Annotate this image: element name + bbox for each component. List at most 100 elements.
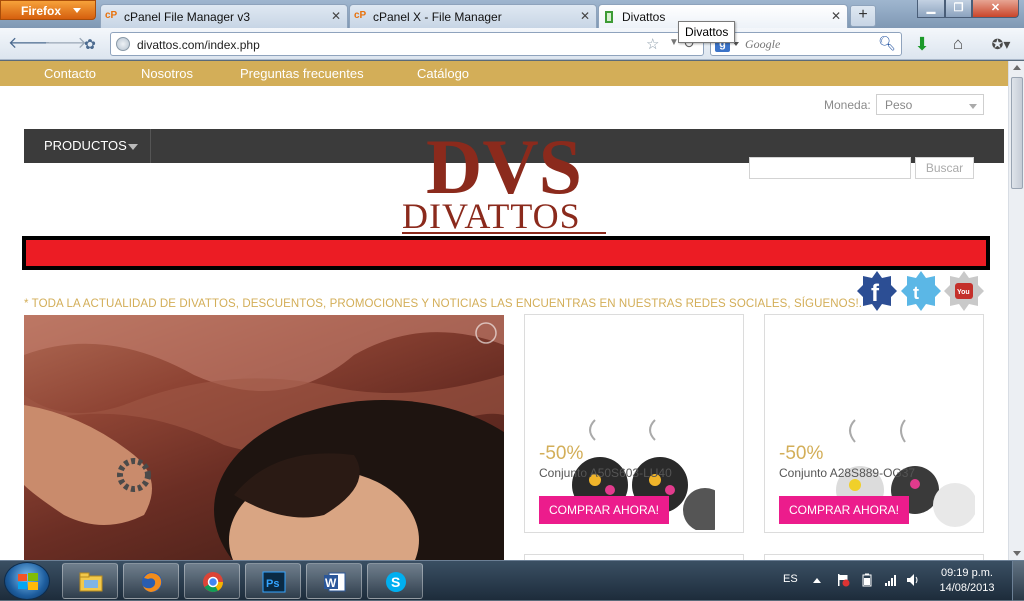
currency-value: Peso (885, 98, 913, 112)
firefox-menu-label: Firefox (21, 4, 62, 18)
word-icon: W (324, 572, 346, 592)
search-input[interactable] (745, 36, 875, 53)
product-card[interactable]: -50% Conjunto A50S603-LU40 COMPRAR AHORA… (524, 314, 744, 533)
hero-model-photo[interactable] (24, 315, 504, 560)
firefox-icon (142, 572, 162, 592)
volume-icon[interactable] (906, 573, 920, 587)
search-bar[interactable]: g 🔍︎ (710, 32, 902, 56)
system-clock[interactable]: 09:19 p.m. 14/08/2013 (930, 566, 1004, 596)
svg-text:f: f (871, 280, 880, 307)
svg-text:S: S (391, 574, 400, 590)
nav-link-contacto[interactable]: Contacto (44, 66, 96, 81)
cpanel-icon: cP (105, 10, 118, 21)
language-indicator[interactable]: ES (783, 573, 798, 585)
browser-navigation-bar: 🡐 🡒 ✿ divattos.com/index.php ☆ ▼ ↻ g 🔍︎ … (0, 28, 1024, 60)
nav-link-preguntas-frecuentes[interactable]: Preguntas frecuentes (240, 66, 364, 81)
product-name[interactable]: Conjunto A28S889-OG37 (779, 466, 915, 480)
taskbar-word[interactable]: W (306, 563, 362, 599)
chevron-down-icon (969, 104, 977, 109)
discount-label: -50% (539, 443, 584, 464)
taskbar-photoshop[interactable]: Ps (245, 563, 301, 599)
chrome-icon (203, 572, 224, 592)
taskbar-windows-explorer[interactable] (62, 563, 118, 599)
buy-now-button[interactable]: COMPRAR AHORA! (779, 496, 909, 524)
url-bar[interactable]: divattos.com/index.php ☆ ▼ ↻ (110, 32, 704, 56)
site-search-input[interactable] (749, 157, 911, 179)
nav-link-catalogo[interactable]: Catálogo (417, 66, 469, 81)
svg-text:W: W (325, 576, 337, 590)
red-banner (22, 236, 990, 270)
twitter-icon[interactable]: t (900, 270, 942, 312)
youtube-icon[interactable]: You (943, 270, 985, 312)
clock-date: 14/08/2013 (939, 582, 995, 594)
buy-now-button[interactable]: COMPRAR AHORA! (539, 496, 669, 524)
browser-titlebar: Firefox cP cPanel File Manager v3 ✕ cP c… (0, 0, 1024, 28)
cpanel-icon: cP (354, 10, 367, 21)
download-arrow-icon[interactable]: ⬇ (912, 34, 932, 54)
scrollbar-thumb[interactable] (1011, 77, 1023, 189)
new-tab-button[interactable]: + (850, 5, 876, 27)
back-arrow-icon[interactable]: 🡐 (8, 34, 51, 54)
taskbar-firefox[interactable] (123, 563, 179, 599)
tab-title: cPanel X - File Manager (373, 10, 502, 24)
facebook-icon[interactable]: f (856, 270, 898, 312)
start-button[interactable] (4, 562, 50, 600)
social-notice-text: * TODA LA ACTUALIDAD DE DIVATTOS, DESCUE… (24, 298, 863, 310)
site-top-navigation: Contacto Nosotros Preguntas frecuentes C… (0, 61, 1008, 86)
svg-text:You: You (957, 289, 970, 296)
home-icon[interactable]: ⌂ (948, 34, 968, 54)
web-page-viewport: Contacto Nosotros Preguntas frecuentes C… (0, 61, 1008, 560)
scroll-down-icon[interactable] (1013, 551, 1021, 556)
tab-title: cPanel File Manager v3 (124, 10, 251, 24)
page-scrollbar[interactable] (1008, 61, 1024, 560)
close-tab-icon[interactable]: ✕ (331, 9, 341, 23)
close-tab-icon[interactable]: ✕ (580, 9, 590, 23)
currency-select[interactable]: Peso (876, 94, 984, 115)
tab-cpanel-file-manager-v3[interactable]: cP cPanel File Manager v3 ✕ (100, 4, 348, 28)
windows-logo-icon (18, 573, 38, 590)
skype-icon: S (386, 572, 406, 592)
globe-icon (116, 37, 130, 51)
tab-title: Divattos (622, 10, 666, 24)
divattos-favicon-icon (603, 10, 618, 24)
minimize-window-button[interactable]: ▁ (917, 0, 945, 18)
svg-text:t: t (913, 283, 919, 303)
bookmark-star-icon[interactable]: ☆ (646, 35, 659, 53)
forward-arrow-icon[interactable]: 🡒 (44, 34, 87, 54)
site-logo[interactable]: DVS DIVATTOS (398, 121, 610, 237)
taskbar-chrome[interactable] (184, 563, 240, 599)
firefox-menu-button[interactable]: Firefox (0, 0, 96, 20)
addons-icon[interactable]: ✿ (80, 34, 100, 54)
network-signal-icon[interactable] (884, 573, 898, 587)
tab-cpanel-x-file-manager[interactable]: cP cPanel X - File Manager ✕ (349, 4, 597, 28)
chevron-down-icon (73, 8, 81, 13)
search-icon[interactable]: 🔍︎ (878, 35, 896, 52)
close-tab-icon[interactable]: ✕ (831, 9, 841, 23)
logo-wordmark: DIVATTOS (402, 196, 581, 236)
clock-time: 09:19 p.m. (941, 567, 993, 579)
nav-link-nosotros[interactable]: Nosotros (141, 66, 193, 81)
show-hidden-icons-icon[interactable] (813, 578, 821, 583)
tab-tooltip: Divattos (678, 21, 736, 43)
discount-label: -50% (779, 443, 824, 464)
products-menu-label: PRODUCTOS (44, 138, 127, 153)
product-card[interactable]: -50% Conjunto A28S889-OG37 COMPRAR AHORA… (764, 314, 984, 533)
taskbar-skype[interactable]: S (367, 563, 423, 599)
scroll-up-icon[interactable] (1013, 65, 1021, 70)
action-center-flag-icon[interactable] (836, 573, 850, 587)
show-desktop-button[interactable] (1012, 561, 1024, 601)
url-text[interactable]: divattos.com/index.php (137, 38, 260, 52)
close-window-button[interactable]: ✕ (972, 0, 1019, 18)
folder-icon (79, 572, 103, 592)
product-name[interactable]: Conjunto A50S603-LU40 (539, 466, 672, 480)
chevron-down-icon (128, 144, 138, 150)
products-menu-button[interactable]: PRODUCTOS (24, 129, 151, 163)
currency-label: Moneda: (824, 98, 871, 112)
site-search-button[interactable]: Buscar (915, 157, 974, 179)
svg-text:Ps: Ps (266, 578, 279, 590)
windows-taskbar: Ps W S ES 09:19 p.m. 14/08/2013 (0, 560, 1024, 601)
battery-icon[interactable] (860, 573, 874, 587)
photoshop-icon: Ps (262, 571, 286, 593)
maximize-window-button[interactable]: ❐ (945, 0, 972, 18)
bookmarks-menu-icon[interactable]: ✪▾ (986, 34, 1016, 54)
